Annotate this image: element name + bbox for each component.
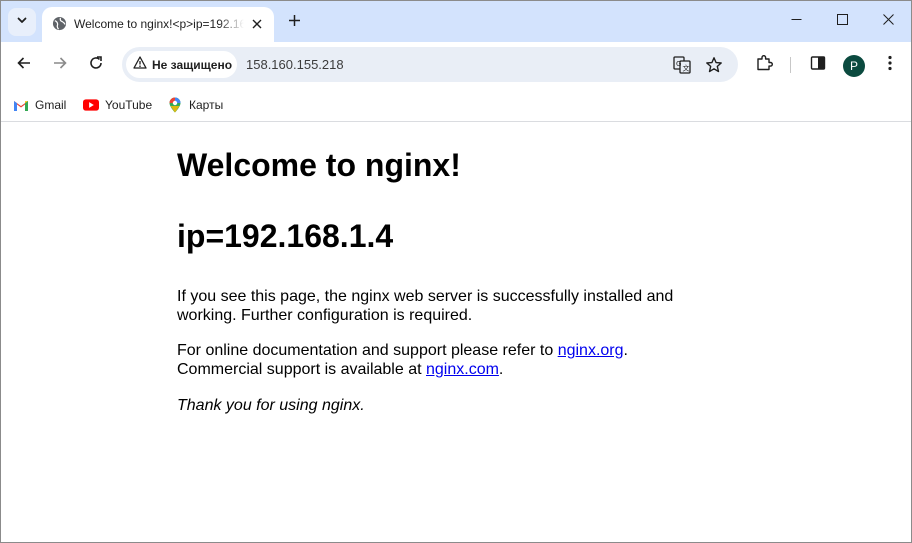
maps-icon <box>167 97 183 113</box>
arrow-right-icon <box>52 55 68 76</box>
forward-button[interactable] <box>46 51 74 79</box>
address-bar[interactable]: Не защищено 158.160.155.218 G文 <box>122 47 738 82</box>
new-tab-button[interactable] <box>282 11 306 35</box>
bookmarks-bar: Gmail YouTube Карты <box>1 88 911 122</box>
nginx-com-link[interactable]: nginx.com <box>426 361 499 378</box>
docs-text: For online documentation and support ple… <box>177 342 558 359</box>
close-icon <box>882 12 894 30</box>
svg-text:G: G <box>676 60 681 68</box>
reload-button[interactable] <box>82 51 110 79</box>
intro-paragraph: If you see this page, the nginx web serv… <box>177 288 674 324</box>
side-panel-icon <box>810 55 826 76</box>
kebab-menu-icon <box>888 55 892 76</box>
tab-strip: Welcome to nginx!<p>ip=192.168.1.4</p> <box>1 1 911 42</box>
browser-window: Welcome to nginx!<p>ip=192.168.1.4</p> <box>0 0 912 543</box>
toolbar-divider <box>790 57 791 73</box>
thanks-paragraph: Thank you for using nginx. <box>177 397 365 414</box>
close-window-button[interactable] <box>865 1 911 41</box>
close-tab-icon[interactable] <box>248 15 266 33</box>
svg-text:文: 文 <box>683 64 690 73</box>
page-heading: Welcome to nginx! <box>177 147 461 183</box>
security-chip[interactable]: Не защищено <box>126 51 237 78</box>
docs-period: . <box>623 342 628 359</box>
profile-avatar[interactable]: P <box>843 55 865 77</box>
tab-active[interactable]: Welcome to nginx!<p>ip=192.168.1.4</p> <box>42 7 274 42</box>
menu-button[interactable] <box>876 51 904 79</box>
security-label: Не защищено <box>152 57 233 72</box>
bookmark-label: Gmail <box>35 98 67 112</box>
bookmark-gmail[interactable]: Gmail <box>13 94 66 116</box>
tab-title: Welcome to nginx!<p>ip=192.168.1.4</p> <box>74 17 244 31</box>
page-content: Welcome to nginx! ip=192.168.1.4 If you … <box>1 123 911 542</box>
bookmark-label: Карты <box>189 98 224 112</box>
puzzle-icon <box>755 54 773 77</box>
plus-icon <box>288 14 301 32</box>
warning-triangle-icon <box>133 55 147 74</box>
url-text[interactable]: 158.160.155.218 <box>246 56 344 73</box>
globe-icon <box>52 16 67 31</box>
toolbar: Не защищено 158.160.155.218 G文 P <box>1 42 911 88</box>
commercial-text: Commercial support is available at <box>177 361 426 378</box>
commercial-period: . <box>498 361 504 378</box>
back-button[interactable] <box>10 51 38 79</box>
docs-paragraph: For online documentation and support ple… <box>177 341 697 379</box>
bookmark-youtube[interactable]: YouTube <box>83 94 152 116</box>
minimize-button[interactable] <box>773 1 819 41</box>
minimize-icon <box>791 12 802 30</box>
reload-icon <box>88 55 104 76</box>
gmail-icon <box>13 97 29 113</box>
extensions-button[interactable] <box>750 51 778 79</box>
side-panel-button[interactable] <box>804 51 832 79</box>
chevron-down-icon <box>16 13 28 31</box>
tab-search-button[interactable] <box>8 8 36 36</box>
maximize-icon <box>836 12 848 30</box>
nginx-org-link[interactable]: nginx.org <box>558 342 624 359</box>
arrow-left-icon <box>16 55 32 76</box>
bookmark-star-icon[interactable] <box>702 53 726 77</box>
bookmark-maps[interactable]: Карты <box>167 94 223 116</box>
maximize-button[interactable] <box>819 1 865 41</box>
youtube-icon <box>83 97 99 113</box>
ip-heading: ip=192.168.1.4 <box>177 218 394 254</box>
translate-icon[interactable]: G文 <box>670 53 694 77</box>
bookmark-label: YouTube <box>105 98 153 112</box>
